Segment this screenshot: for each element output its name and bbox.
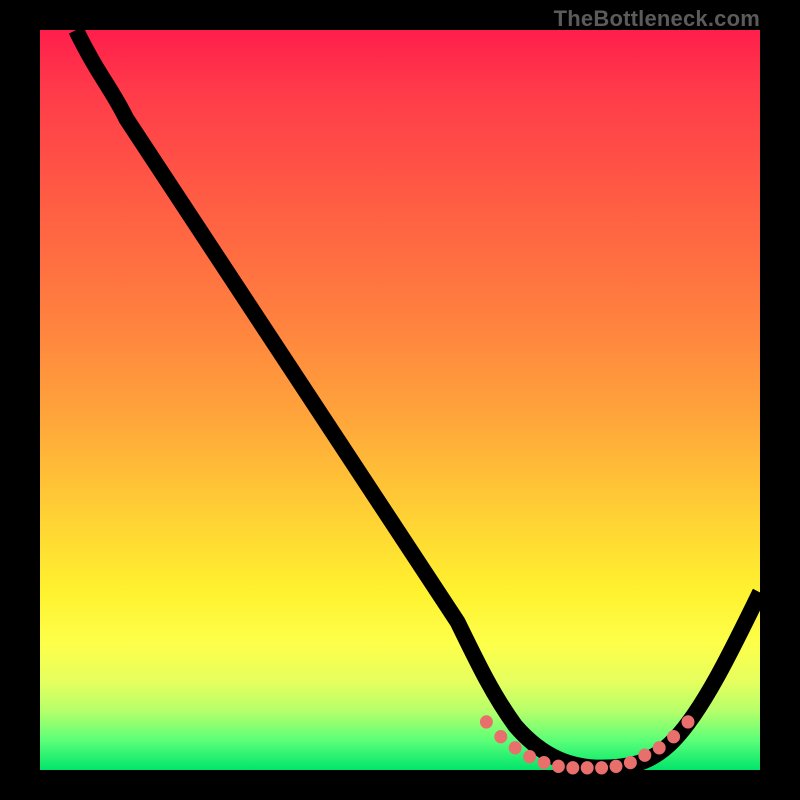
chart-frame: TheBottleneck.com xyxy=(0,0,800,800)
attribution-watermark: TheBottleneck.com xyxy=(554,6,760,32)
bottleneck-curve-path xyxy=(76,30,760,768)
bottleneck-chart xyxy=(40,30,760,770)
